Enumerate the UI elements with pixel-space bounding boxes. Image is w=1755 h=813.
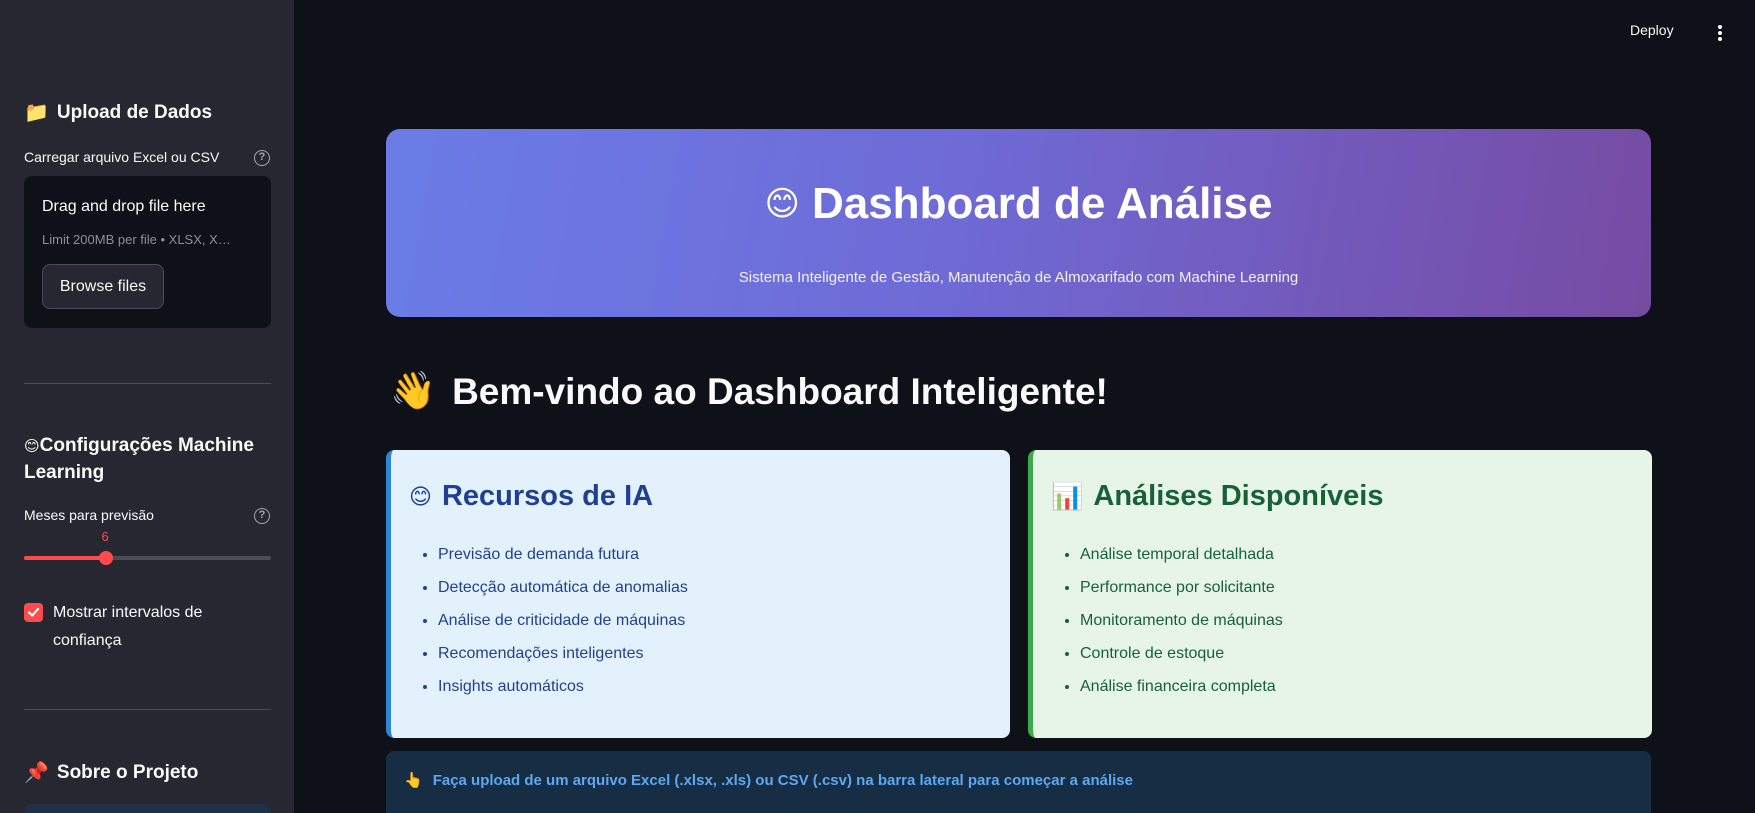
pin-icon: 📌 (24, 762, 49, 784)
upload-section-title: 📁 Upload de Dados (24, 100, 212, 126)
hero-banner: 😊 Dashboard de Análise Sistema Inteligen… (386, 129, 1651, 317)
list-item: Detecção automática de anomalias (438, 571, 688, 604)
list-item: Performance por solicitante (1080, 571, 1283, 604)
slider-fill (24, 556, 106, 560)
analysis-card: 📊 Análises Disponíveis Análise temporal … (1028, 450, 1652, 738)
about-info-box (24, 804, 271, 813)
welcome-heading: 👋 Bem-vindo ao Dashboard Inteligente! (390, 370, 1108, 413)
slider-thumb[interactable] (98, 551, 113, 565)
browse-files-button[interactable]: Browse files (42, 264, 164, 309)
list-item: Análise financeira completa (1080, 670, 1283, 703)
smiley-icon: 😊 (764, 185, 800, 223)
list-item: Análise de criticidade de máquinas (438, 604, 688, 637)
smiley-icon: 😊 (409, 483, 432, 509)
help-icon[interactable]: ? (254, 508, 270, 524)
hero-title-text: Dashboard de Análise (811, 179, 1273, 228)
list-item: Análise temporal detalhada (1080, 538, 1283, 571)
smiley-icon: 😊 (24, 438, 40, 455)
analysis-card-title-text: Análises Disponíveis (1093, 480, 1384, 512)
hero-subtitle: Sistema Inteligente de Gestão, Manutençã… (738, 269, 1299, 286)
hero-title: 😊 Dashboard de Análise (386, 179, 1651, 229)
ai-features-card: 😊 Recursos de IA Previsão de demanda fut… (386, 450, 1010, 738)
ml-section-title-text: 😊Configurações Machine Learning (24, 433, 271, 486)
list-item: Previsão de demanda futura (438, 538, 688, 571)
slider-value: 6 (101, 529, 109, 544)
file-dropzone[interactable]: Drag and drop file here Limit 200MB per … (24, 176, 271, 328)
dropzone-title: Drag and drop file here (42, 198, 206, 215)
folder-icon: 📁 (24, 102, 49, 124)
sidebar: 📁 Upload de Dados Carregar arquivo Excel… (0, 0, 294, 813)
analysis-card-title: 📊 Análises Disponíveis (1051, 480, 1384, 513)
list-item: Controle de estoque (1080, 637, 1283, 670)
bar-chart-icon: 📊 (1051, 481, 1084, 511)
ai-card-title-text: Recursos de IA (441, 480, 654, 512)
check-icon (27, 607, 40, 617)
slider-label: Meses para previsão (24, 507, 154, 523)
list-item: Insights automáticos (438, 670, 688, 703)
about-section-title: 📌 Sobre o Projeto (24, 760, 198, 786)
waving-hand-icon: 👋 (390, 370, 437, 411)
kebab-menu-icon[interactable] (1712, 24, 1728, 42)
checkbox-label[interactable]: Mostrar intervalos de confiança (53, 599, 253, 655)
deploy-button[interactable]: Deploy (1630, 22, 1674, 38)
welcome-heading-text: Bem-vindo ao Dashboard Inteligente! (452, 370, 1108, 412)
sidebar-divider (24, 383, 271, 384)
sidebar-divider (24, 709, 271, 710)
about-section-title-text: Sobre o Projeto (56, 762, 199, 783)
ml-title-label: Configurações Machine Learning (24, 435, 254, 483)
upload-info-alert: 👆 Faça upload de um arquivo Excel (.xlsx… (386, 751, 1651, 813)
info-text-content: Faça upload de um arquivo Excel (.xlsx, … (432, 771, 1133, 789)
ml-section-title: 😊Configurações Machine Learning (24, 433, 271, 486)
ai-card-title: 😊 Recursos de IA (409, 480, 653, 513)
list-item: Monitoramento de máquinas (1080, 604, 1283, 637)
forecast-months-slider[interactable] (24, 551, 271, 565)
analysis-list: Análise temporal detalhada Performance p… (1058, 538, 1283, 703)
ai-features-list: Previsão de demanda futura Detecção auto… (416, 538, 688, 703)
upload-section-title-text: Upload de Dados (56, 102, 213, 123)
pointing-up-icon: 👆 (404, 772, 423, 789)
dropzone-limit-text: Limit 200MB per file • XLSX, X… (42, 232, 231, 247)
confidence-intervals-checkbox[interactable] (24, 603, 43, 622)
list-item: Recomendações inteligentes (438, 637, 688, 670)
help-icon[interactable]: ? (254, 150, 270, 166)
upload-field-label: Carregar arquivo Excel ou CSV (24, 149, 220, 165)
info-text: 👆 Faça upload de um arquivo Excel (.xlsx… (404, 771, 1133, 790)
